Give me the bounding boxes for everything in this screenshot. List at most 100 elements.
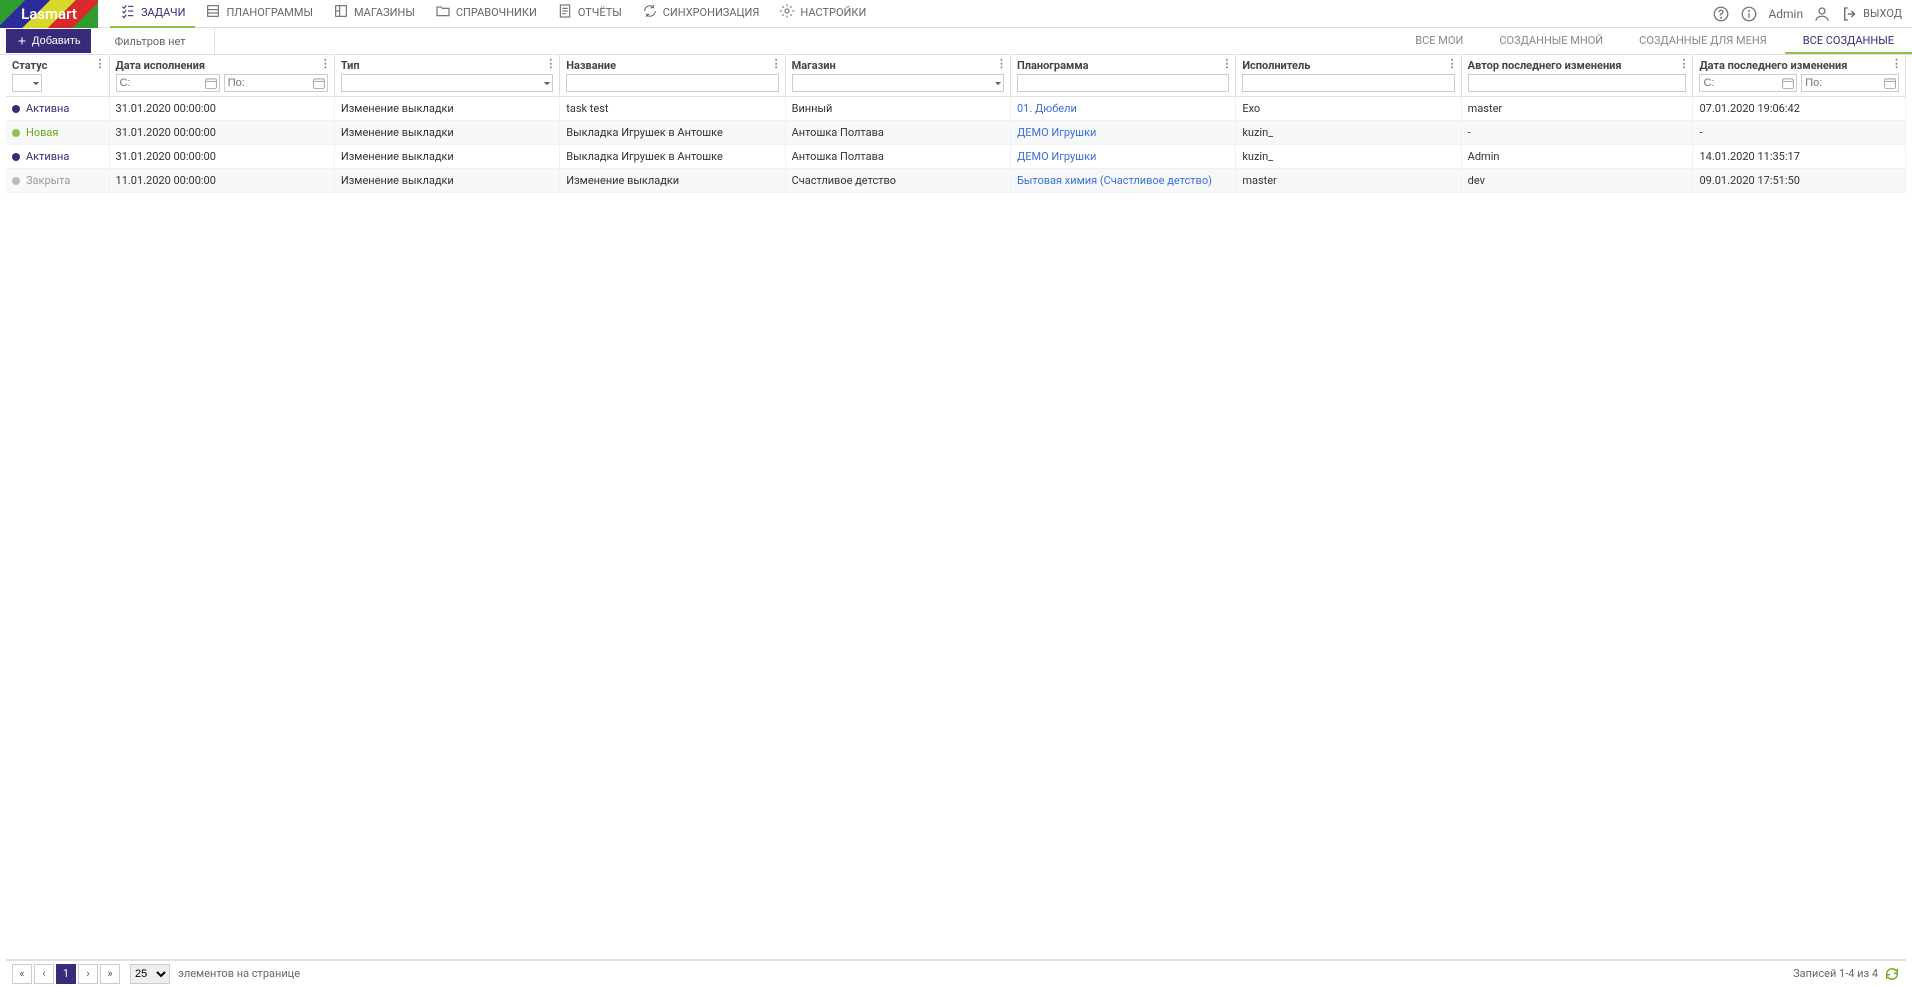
status-text: Новая	[26, 126, 58, 139]
filter-author[interactable]	[1468, 74, 1687, 92]
nav-label: СИНХРОНИЗАЦИЯ	[663, 6, 760, 19]
pager-prev[interactable]: ‹	[34, 964, 54, 984]
status-dot-icon	[12, 105, 20, 113]
status-dot-icon	[12, 153, 20, 161]
status-text: Закрыта	[26, 174, 70, 187]
nav-item-folder[interactable]: СПРАВОЧНИКИ	[425, 0, 547, 28]
exec-date-cell: 11.01.2020 00:00:00	[109, 169, 334, 193]
scope-tab[interactable]: СОЗДАННЫЕ ДЛЯ МЕНЯ	[1621, 28, 1785, 54]
nav-label: МАГАЗИНЫ	[354, 6, 415, 19]
store-icon	[333, 3, 349, 22]
nav-item-tasks[interactable]: ЗАДАЧИ	[110, 0, 195, 28]
col-status[interactable]: Статус ⋮	[6, 55, 109, 97]
page-size-select[interactable]: 25	[130, 964, 170, 984]
per-page-label: элементов на странице	[178, 967, 300, 980]
filter-store[interactable]	[792, 74, 1004, 92]
table-row[interactable]: Закрыта 11.01.2020 00:00:00Изменение выкл…	[6, 169, 1906, 193]
help-icon[interactable]	[1712, 5, 1730, 23]
col-planogram[interactable]: Планограмма ⋮	[1010, 55, 1235, 97]
executor-cell: kuzin_	[1236, 121, 1461, 145]
lastdate-cell: -	[1693, 121, 1906, 145]
store-cell: Винный	[785, 97, 1010, 121]
name-cell: Выкладка Игрушек в Антошке	[560, 145, 785, 169]
column-menu-icon[interactable]: ⋮	[1221, 57, 1233, 69]
lastdate-cell: 14.01.2020 11:35:17	[1693, 145, 1906, 169]
col-last-date[interactable]: Дата последнего изменения ⋮	[1693, 55, 1906, 97]
col-author[interactable]: Автор последнего изменения ⋮	[1461, 55, 1693, 97]
type-cell: Изменение выкладки	[334, 145, 559, 169]
column-menu-icon[interactable]: ⋮	[545, 57, 557, 69]
filter-planogram[interactable]	[1017, 74, 1229, 92]
col-executor[interactable]: Исполнитель ⋮	[1236, 55, 1461, 97]
planogram-link[interactable]: ДЕМО Игрушки	[1017, 150, 1096, 163]
table-row[interactable]: Активна31.01.2020 00:00:00Изменение выкл…	[6, 97, 1906, 121]
column-menu-icon[interactable]: ⋮	[95, 57, 107, 69]
filter-date-to[interactable]	[224, 74, 328, 92]
status-text: Активна	[26, 150, 69, 163]
table-row[interactable]: Новая31.01.2020 00:00:00Изменение выклад…	[6, 121, 1906, 145]
sync-icon	[642, 3, 658, 22]
exec-date-cell: 31.01.2020 00:00:00	[109, 97, 334, 121]
status-dot-icon	[12, 177, 20, 185]
planogram-link[interactable]: ДЕМО Игрушки	[1017, 126, 1096, 139]
store-cell: Счастливое детство	[785, 169, 1010, 193]
filter-name[interactable]	[566, 74, 778, 92]
column-menu-icon[interactable]: ⋮	[1447, 57, 1459, 69]
user-icon[interactable]	[1813, 5, 1831, 23]
info-icon[interactable]	[1740, 5, 1758, 23]
executor-cell: Exo	[1236, 97, 1461, 121]
filter-lastdate-from[interactable]	[1699, 74, 1797, 92]
nav-item-planogram[interactable]: ПЛАНОГРАММЫ	[195, 0, 323, 28]
scope-tab[interactable]: СОЗДАННЫЕ МНОЙ	[1481, 28, 1621, 54]
status-text: Активна	[26, 102, 69, 115]
nav-label: ЗАДАЧИ	[141, 6, 185, 19]
pager-first[interactable]: «	[12, 964, 32, 984]
col-name[interactable]: Название ⋮	[560, 55, 785, 97]
scope-tabs: ВСЕ МОИСОЗДАННЫЕ МНОЙСОЗДАННЫЕ ДЛЯ МЕНЯВ…	[1397, 28, 1912, 54]
refresh-icon[interactable]	[1884, 966, 1900, 982]
planogram-link[interactable]: 01. Дюбели	[1017, 102, 1077, 115]
nav-item-report[interactable]: ОТЧЁТЫ	[547, 0, 632, 28]
author-cell: dev	[1461, 169, 1693, 193]
current-user: Admin	[1768, 7, 1803, 21]
exit-button[interactable]: ВЫХОД	[1841, 5, 1902, 23]
col-store[interactable]: Магазин ⋮	[785, 55, 1010, 97]
nav-label: ОТЧЁТЫ	[578, 6, 622, 19]
pager-current[interactable]: 1	[56, 964, 76, 984]
column-menu-icon[interactable]: ⋮	[1891, 57, 1903, 69]
filter-type[interactable]	[341, 74, 553, 92]
column-menu-icon[interactable]: ⋮	[1678, 57, 1690, 69]
toolbar: Добавить Фильтров нет ВСЕ МОИСОЗДАННЫЕ М…	[0, 28, 1912, 55]
filter-lastdate-to[interactable]	[1801, 74, 1899, 92]
scope-tab[interactable]: ВСЕ СОЗДАННЫЕ	[1785, 28, 1912, 54]
nav-item-sync[interactable]: СИНХРОНИЗАЦИЯ	[632, 0, 770, 28]
filter-status[interactable]	[12, 74, 42, 92]
column-menu-icon[interactable]: ⋮	[771, 57, 783, 69]
pager-last[interactable]: »	[100, 964, 120, 984]
column-menu-icon[interactable]: ⋮	[996, 57, 1008, 69]
topbar: Lasmart ЗАДАЧИПЛАНОГРАММЫМАГАЗИНЫСПРАВОЧ…	[0, 0, 1912, 28]
filter-date-from[interactable]	[116, 74, 220, 92]
add-button[interactable]: Добавить	[6, 29, 91, 53]
filter-executor[interactable]	[1242, 74, 1454, 92]
pager-next[interactable]: ›	[78, 964, 98, 984]
scope-tab[interactable]: ВСЕ МОИ	[1397, 28, 1481, 54]
column-menu-icon[interactable]: ⋮	[320, 57, 332, 69]
nav-item-settings[interactable]: НАСТРОЙКИ	[769, 0, 876, 28]
nav-item-store[interactable]: МАГАЗИНЫ	[323, 0, 425, 28]
status-dot-icon	[12, 129, 20, 137]
tasks-grid[interactable]: Статус ⋮ Дата исполнения ⋮	[6, 55, 1906, 960]
table-row[interactable]: Активна31.01.2020 00:00:00Изменение выкл…	[6, 145, 1906, 169]
grid-footer: « ‹ 1 › » 25 элементов на странице Запис…	[6, 960, 1906, 986]
report-icon	[557, 3, 573, 22]
nav-label: НАСТРОЙКИ	[800, 6, 866, 19]
author-cell: Admin	[1461, 145, 1693, 169]
col-exec-date[interactable]: Дата исполнения ⋮	[109, 55, 334, 97]
col-type[interactable]: Тип ⋮	[334, 55, 559, 97]
lastdate-cell: 07.01.2020 19:06:42	[1693, 97, 1906, 121]
author-cell: master	[1461, 97, 1693, 121]
planogram-link[interactable]: Бытовая химия (Счастливое детство)	[1017, 174, 1212, 187]
filters-none-label: Фильтров нет	[115, 28, 215, 54]
tasks-icon	[120, 3, 136, 22]
type-cell: Изменение выкладки	[334, 169, 559, 193]
